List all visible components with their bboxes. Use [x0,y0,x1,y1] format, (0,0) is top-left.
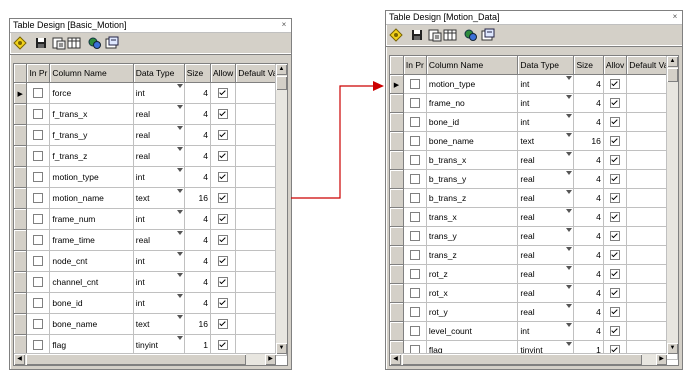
relationship-connector [291,81,384,199]
connector-arrowhead [373,81,384,91]
connector-line [291,85,373,199]
